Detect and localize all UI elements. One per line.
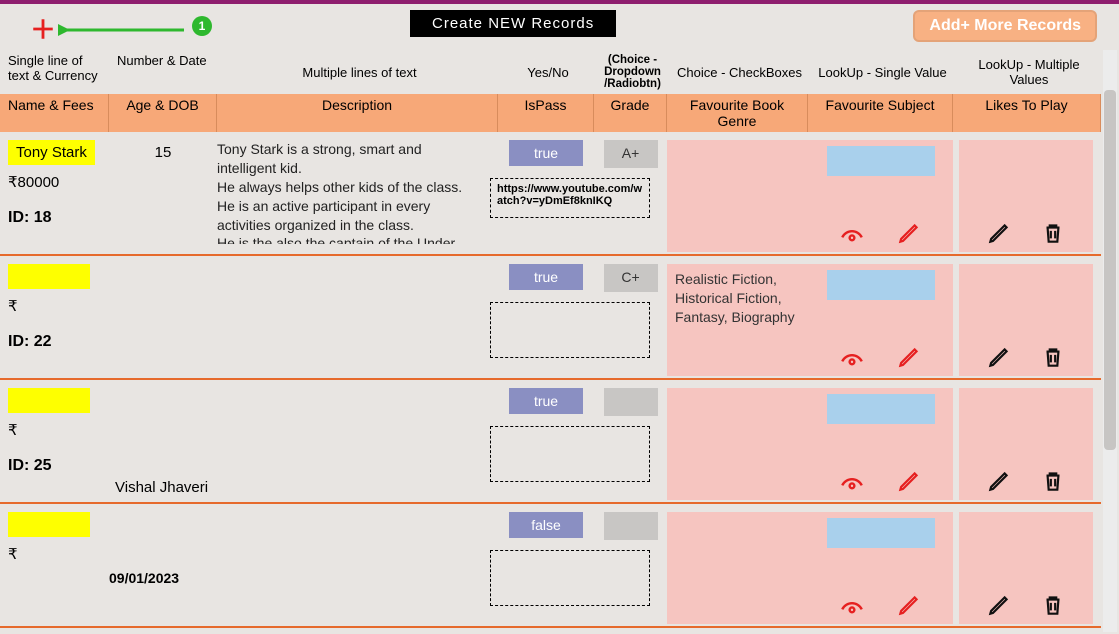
- record-row: ₹ ID: 22 true C+ Realistic Fiction, Historic…: [0, 256, 1101, 380]
- hdr-likes[interactable]: Likes To Play: [953, 94, 1101, 132]
- fees-value: ₹: [8, 421, 109, 439]
- type-hdr-choice-checkbox: Choice - CheckBoxes: [667, 50, 808, 94]
- vertical-scrollbar[interactable]: [1103, 50, 1117, 632]
- type-hdr-number: Number & Date: [109, 50, 217, 94]
- create-new-records-button[interactable]: Create NEW Records: [410, 10, 616, 37]
- name-value[interactable]: [8, 512, 90, 537]
- edit-icon[interactable]: [896, 592, 922, 618]
- description-value[interactable]: [217, 264, 485, 354]
- favourite-subject-cell: [808, 512, 953, 624]
- record-id: ID: 25: [8, 457, 109, 475]
- hdr-ispass[interactable]: IsPass: [498, 94, 594, 132]
- hyperlink-value[interactable]: [490, 426, 650, 482]
- type-hdr-multiline: Multiple lines of text: [217, 50, 498, 94]
- description-value[interactable]: [217, 388, 485, 478]
- hdr-genre[interactable]: Favourite Book Genre: [667, 94, 808, 132]
- view-icon[interactable]: [839, 344, 865, 370]
- grade-badge[interactable]: C+: [604, 264, 658, 292]
- likes-lookup-chip[interactable]: [972, 518, 1080, 548]
- toolbar: 1 Create NEW Records Add+ More Records: [0, 4, 1119, 50]
- ispass-badge[interactable]: true: [509, 140, 583, 166]
- annotation-arrow: [58, 20, 188, 42]
- likes-lookup-chip[interactable]: [972, 270, 1080, 300]
- record-row: Tony Stark ₹80000 ID: 18 15Tony Stark is a …: [0, 132, 1101, 256]
- records-scroll[interactable]: Tony Stark ₹80000 ID: 18 15Tony Stark is a …: [0, 132, 1119, 634]
- ispass-badge[interactable]: true: [509, 388, 583, 414]
- hdr-description[interactable]: Description: [217, 94, 498, 132]
- column-type-headers: Single line of text & Currency Number & …: [0, 50, 1101, 94]
- edit-icon[interactable]: [896, 344, 922, 370]
- app-root: 1 Create NEW Records Add+ More Records S…: [0, 4, 1119, 634]
- add-record-plus[interactable]: [30, 16, 56, 42]
- genre-value[interactable]: Realistic Fiction, Historical Fiction, F…: [667, 264, 808, 376]
- genre-value[interactable]: [667, 388, 808, 500]
- delete-icon[interactable]: [1040, 220, 1066, 246]
- type-hdr-name: Single line of text & Currency: [0, 50, 109, 94]
- type-hdr-lookup-multi: LookUp - Multiple Values: [953, 50, 1101, 94]
- subject-lookup-chip[interactable]: [827, 146, 935, 176]
- type-hdr-yesno: Yes/No: [498, 50, 594, 94]
- hdr-age-dob[interactable]: Age & DOB: [109, 94, 217, 132]
- hyperlink-value[interactable]: [490, 550, 650, 606]
- grade-badge[interactable]: [604, 388, 658, 416]
- modified-by-value: Vishal Jhaveri: [115, 479, 208, 496]
- genre-value[interactable]: [667, 140, 808, 252]
- description-value[interactable]: Tony Stark is a strong, smart and intell…: [217, 140, 485, 244]
- grade-badge[interactable]: [604, 512, 658, 540]
- delete-icon[interactable]: [1040, 468, 1066, 494]
- edit-icon[interactable]: [896, 220, 922, 246]
- edit-icon[interactable]: [986, 220, 1012, 246]
- subject-lookup-chip[interactable]: [827, 518, 935, 548]
- hdr-grade[interactable]: Grade: [594, 94, 667, 132]
- annotation-badge-1: 1: [192, 16, 212, 36]
- likes-to-play-cell: [959, 264, 1093, 376]
- likes-to-play-cell: [959, 388, 1093, 500]
- likes-to-play-cell: [959, 140, 1093, 252]
- favourite-subject-cell: [808, 388, 953, 500]
- record-row: ₹ ID: 25 true Vishal Jhaveri: [0, 380, 1101, 504]
- ispass-badge[interactable]: false: [509, 512, 583, 538]
- dob-value: 09/01/2023: [109, 512, 217, 586]
- type-hdr-lookup-single: LookUp - Single Value: [808, 50, 953, 94]
- add-more-records-button[interactable]: Add+ More Records: [913, 10, 1097, 42]
- record-id: ID: 18: [8, 209, 109, 227]
- name-value[interactable]: [8, 264, 90, 289]
- fees-value: ₹: [8, 545, 109, 563]
- subject-lookup-chip[interactable]: [827, 394, 935, 424]
- record-row: ₹09/01/2023 false: [0, 504, 1101, 628]
- fees-value: ₹: [8, 297, 109, 315]
- view-icon[interactable]: [839, 220, 865, 246]
- grade-badge[interactable]: A+: [604, 140, 658, 168]
- name-value[interactable]: [8, 388, 90, 413]
- view-icon[interactable]: [839, 592, 865, 618]
- favourite-subject-cell: [808, 140, 953, 252]
- edit-icon[interactable]: [986, 592, 1012, 618]
- fees-value: ₹80000: [8, 173, 109, 191]
- hyperlink-value[interactable]: https://www.youtube.com/watch?v=yDmEf8kn…: [490, 178, 650, 218]
- genre-value[interactable]: [667, 512, 808, 624]
- column-name-headers: Name & Fees Age & DOB Description IsPass…: [0, 94, 1101, 132]
- hyperlink-value[interactable]: [490, 302, 650, 358]
- likes-lookup-chip[interactable]: [972, 394, 1080, 424]
- likes-to-play-cell: [959, 512, 1093, 624]
- age-value: 15: [109, 140, 217, 161]
- ispass-badge[interactable]: true: [509, 264, 583, 290]
- delete-icon[interactable]: [1040, 344, 1066, 370]
- subject-lookup-chip[interactable]: [827, 270, 935, 300]
- favourite-subject-cell: [808, 264, 953, 376]
- delete-icon[interactable]: [1040, 592, 1066, 618]
- edit-icon[interactable]: [986, 344, 1012, 370]
- likes-lookup-chip[interactable]: [972, 146, 1080, 176]
- hdr-name-fees[interactable]: Name & Fees: [0, 94, 109, 132]
- description-value[interactable]: [217, 512, 485, 602]
- hdr-subject[interactable]: Favourite Subject: [808, 94, 953, 132]
- name-value[interactable]: Tony Stark: [8, 140, 95, 165]
- edit-icon[interactable]: [896, 468, 922, 494]
- record-id: ID: 22: [8, 333, 109, 351]
- edit-icon[interactable]: [986, 468, 1012, 494]
- view-icon[interactable]: [839, 468, 865, 494]
- type-hdr-choice-dropdown: (Choice - Dropdown /Radiobtn): [594, 50, 667, 94]
